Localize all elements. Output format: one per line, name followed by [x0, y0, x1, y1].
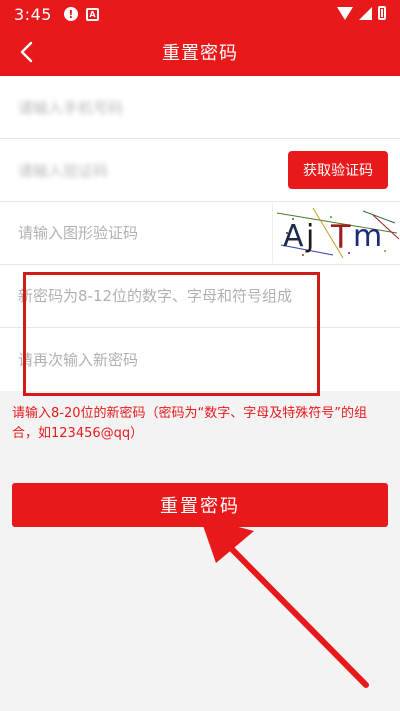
alert-icon: !	[63, 7, 78, 21]
captcha-row: A j T m	[0, 202, 400, 265]
back-button[interactable]	[8, 34, 44, 70]
phone-field[interactable]: 请输入手机号码	[18, 97, 388, 118]
new-password-row	[0, 265, 400, 328]
reset-password-form: 请输入手机号码 请输入验证码 获取验证码 A j T m	[0, 76, 400, 391]
password-hint: 请输入8-20位的新密码（密码为“数字、字母及特殊符号”的组合，如123456@…	[12, 406, 367, 441]
status-bar: 3:45 ! A	[0, 0, 400, 28]
captcha-char-1: A	[283, 219, 304, 254]
battery-icon	[378, 6, 386, 20]
get-code-button[interactable]: 获取验证码	[288, 151, 388, 189]
annotation-arrow-icon	[200, 517, 369, 688]
status-right-icons	[337, 6, 386, 20]
captcha-char-2: j	[305, 219, 314, 254]
a-badge-icon: A	[85, 7, 99, 21]
page-title: 重置密码	[162, 43, 238, 64]
confirm-password-row	[0, 328, 400, 391]
app-header: 重置密码	[0, 28, 400, 76]
status-time: 3:45	[14, 4, 52, 24]
sms-code-row: 请输入验证码 获取验证码	[0, 139, 400, 202]
back-chevron-icon	[20, 41, 33, 63]
signal-icon	[359, 6, 372, 20]
wifi-icon	[337, 6, 353, 20]
new-password-input[interactable]	[18, 265, 388, 327]
confirm-password-input[interactable]	[18, 328, 388, 391]
phone-row: 请输入手机号码	[0, 76, 400, 139]
reset-password-button[interactable]: 重置密码	[12, 483, 388, 527]
captcha-input[interactable]	[18, 202, 272, 264]
captcha-char-4: m	[353, 219, 382, 254]
captcha-char-3: T	[330, 218, 351, 256]
sms-code-field[interactable]: 请输入验证码	[18, 160, 288, 181]
captcha-image[interactable]: A j T m	[272, 203, 400, 263]
